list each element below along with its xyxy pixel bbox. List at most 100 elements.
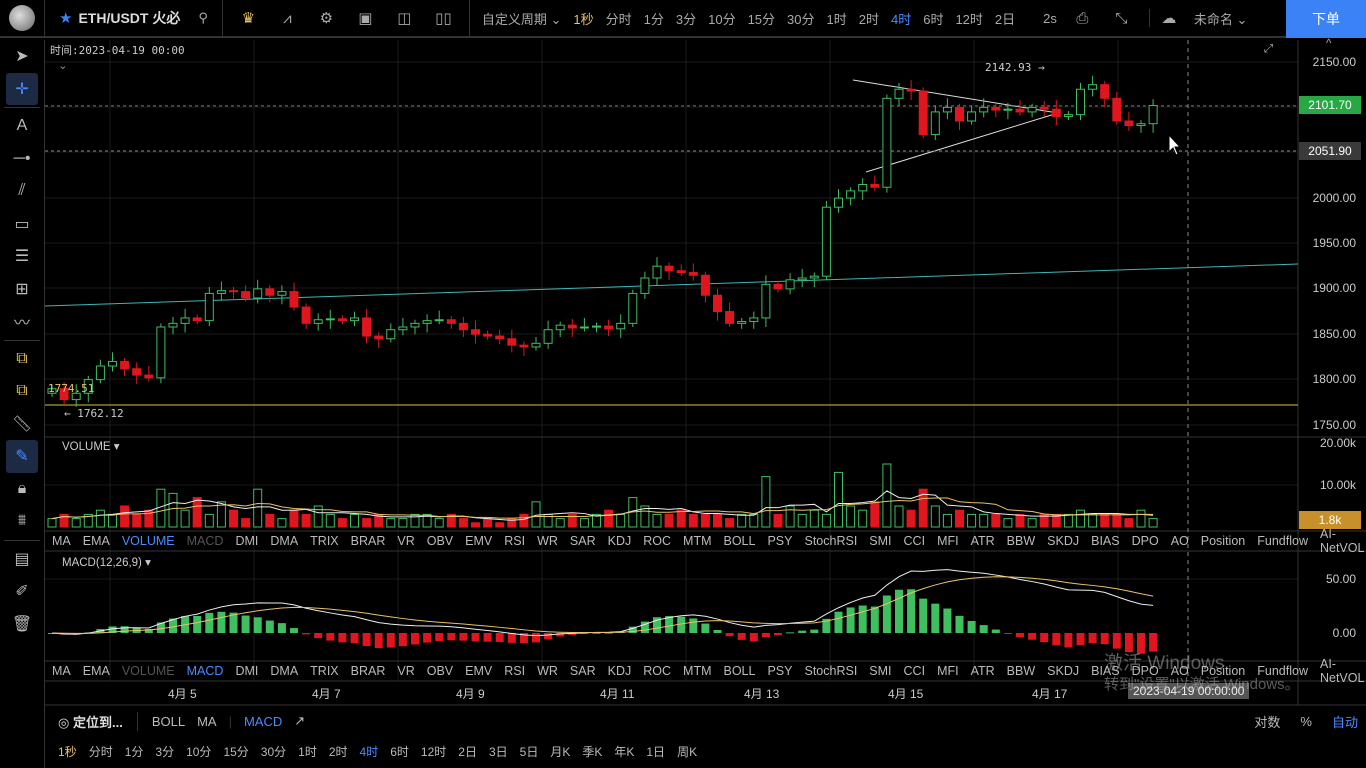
candle-body [567, 324, 577, 329]
bottom-period-5[interactable]: 15分 [217, 743, 254, 760]
indicator-tab-bias[interactable]: BIAS [1085, 534, 1126, 548]
collapse-chevron-icon[interactable]: ⌄ [58, 58, 68, 72]
indicator-tab-emv[interactable]: EMV [459, 664, 498, 678]
indicator-tab-dpo[interactable]: DPO [1126, 534, 1165, 548]
indicator-tab-dma[interactable]: DMA [264, 664, 304, 678]
bottom-period-18[interactable]: 1日 [640, 743, 671, 760]
indicator-tab-ma[interactable]: MA [46, 534, 77, 548]
indicator-tab-ema[interactable]: EMA [77, 664, 116, 678]
indicator-tab-vr[interactable]: VR [391, 664, 420, 678]
indicator-tab-skdj[interactable]: SKDJ [1041, 664, 1085, 678]
indicator-tab-smi[interactable]: SMI [863, 534, 897, 548]
locate-button[interactable]: ◎ 定位到... [46, 711, 138, 731]
indicator-tab-smi[interactable]: SMI [863, 664, 897, 678]
indicator-tab-macd[interactable]: MACD [181, 664, 230, 678]
indicator-tab-ma[interactable]: MA [46, 664, 77, 678]
indicator-tab-mtm[interactable]: MTM [677, 664, 717, 678]
indicator-tab-roc[interactable]: ROC [637, 664, 677, 678]
macd-histogram-bar [882, 595, 891, 633]
indicator-tab-psy[interactable]: PSY [761, 664, 798, 678]
bottom-period-3[interactable]: 3分 [149, 743, 180, 760]
bottom-period-17[interactable]: 年K [608, 743, 640, 760]
indicator-tab-rsi[interactable]: RSI [498, 664, 531, 678]
indicator-tab-boll[interactable]: BOLL [718, 534, 762, 548]
indicator-tab-kdj[interactable]: KDJ [602, 534, 638, 548]
indicator-tab-ema[interactable]: EMA [77, 534, 116, 548]
indicator-tab-bbw[interactable]: BBW [1001, 534, 1041, 548]
volume-bar [725, 518, 735, 528]
volume-bar [350, 513, 359, 528]
indicator-tab-macd[interactable]: MACD [181, 534, 230, 548]
indicator-tab-psy[interactable]: PSY [761, 534, 798, 548]
macd-label[interactable]: MACD(12,26,9) ▾ [62, 555, 151, 569]
bottom-period-4[interactable]: 10分 [180, 743, 217, 760]
indicator-tab-brar[interactable]: BRAR [345, 534, 392, 548]
axis-scroll-up-icon[interactable]: ^ [1326, 38, 1331, 50]
bottom-period-7[interactable]: 1时 [292, 743, 323, 760]
indicator-tab-sar[interactable]: SAR [564, 664, 602, 678]
indicator-tab-roc[interactable]: ROC [637, 534, 677, 548]
indicator-tab-stochrsi[interactable]: StochRSI [798, 534, 863, 548]
indicator-tab-ao[interactable]: AO [1165, 534, 1195, 548]
bottom-period-0[interactable]: 1秒 [52, 743, 83, 760]
indicator-tab-atr[interactable]: ATR [965, 534, 1001, 548]
bottom-period-8[interactable]: 2时 [323, 743, 354, 760]
indicator-tab-trix[interactable]: TRIX [304, 534, 344, 548]
log-scale-toggle[interactable]: 对数 [1248, 712, 1286, 731]
indicator-tab-bbw[interactable]: BBW [1001, 664, 1041, 678]
overlay-boll[interactable]: BOLL [146, 714, 191, 729]
bottom-period-19[interactable]: 周K [671, 743, 703, 760]
indicator-tab-trix[interactable]: TRIX [304, 664, 344, 678]
indicator-tab-cci[interactable]: CCI [898, 664, 932, 678]
bottom-period-1[interactable]: 分时 [83, 743, 119, 760]
indicator-tab-wr[interactable]: WR [531, 664, 564, 678]
indicator-tab-volume[interactable]: VOLUME [116, 664, 181, 678]
candle-body [1027, 106, 1037, 113]
indicator-tab-sar[interactable]: SAR [564, 534, 602, 548]
indicator-tab-dmi[interactable]: DMI [229, 534, 264, 548]
active-indicator-macd[interactable]: MACD [238, 714, 288, 729]
volume-label[interactable]: VOLUME ▾ [62, 439, 120, 453]
price-tick: 1950.00 [1312, 236, 1356, 250]
fullscreen-icon[interactable]: ⤢ [1264, 43, 1273, 56]
indicator-tab-mtm[interactable]: MTM [677, 534, 717, 548]
indicator-tab-cci[interactable]: CCI [898, 534, 932, 548]
indicator-tab-wr[interactable]: WR [531, 534, 564, 548]
bottom-period-2[interactable]: 1分 [119, 743, 150, 760]
bottom-period-11[interactable]: 12时 [415, 743, 452, 760]
bottom-period-16[interactable]: 季K [576, 743, 608, 760]
indicator-tab-stochrsi[interactable]: StochRSI [798, 664, 863, 678]
overlay-ma[interactable]: MA [191, 714, 223, 729]
indicator-tab-ai-netvol[interactable]: AI-NetVOL [1314, 657, 1366, 685]
indicator-tab-kdj[interactable]: KDJ [602, 664, 638, 678]
indicator-tab-emv[interactable]: EMV [459, 534, 498, 548]
indicator-tab-volume[interactable]: VOLUME [116, 534, 181, 548]
indicator-tab-obv[interactable]: OBV [421, 664, 459, 678]
auto-scale-toggle[interactable]: 自动 [1326, 712, 1366, 731]
bottom-period-9[interactable]: 4时 [354, 743, 385, 760]
bottom-period-14[interactable]: 5日 [514, 743, 545, 760]
macd-histogram-bar [544, 633, 553, 640]
indicator-tab-dmi[interactable]: DMI [229, 664, 264, 678]
bottom-period-13[interactable]: 3日 [483, 743, 514, 760]
macd-histogram-bar [193, 615, 202, 633]
bottom-period-15[interactable]: 月K [544, 743, 576, 760]
indicator-tab-ai-netvol[interactable]: AI-NetVOL [1314, 527, 1366, 555]
indicator-tab-boll[interactable]: BOLL [718, 664, 762, 678]
percent-scale-toggle[interactable]: % [1294, 714, 1318, 729]
indicator-tab-brar[interactable]: BRAR [345, 664, 392, 678]
indicator-tab-mfi[interactable]: MFI [931, 534, 965, 548]
bottom-period-10[interactable]: 6时 [384, 743, 415, 760]
indicator-tab-mfi[interactable]: MFI [931, 664, 965, 678]
indicator-tab-skdj[interactable]: SKDJ [1041, 534, 1085, 548]
indicator-tab-vr[interactable]: VR [391, 534, 420, 548]
bottom-period-12[interactable]: 2日 [452, 743, 483, 760]
edit-indicator-icon[interactable]: ↗ [288, 713, 311, 729]
bottom-period-6[interactable]: 30分 [255, 743, 292, 760]
indicator-tab-atr[interactable]: ATR [965, 664, 1001, 678]
indicator-tab-obv[interactable]: OBV [421, 534, 459, 548]
indicator-tab-rsi[interactable]: RSI [498, 534, 531, 548]
indicator-tab-position[interactable]: Position [1195, 534, 1251, 548]
indicator-tab-fundflow[interactable]: Fundflow [1251, 534, 1314, 548]
indicator-tab-dma[interactable]: DMA [264, 534, 304, 548]
